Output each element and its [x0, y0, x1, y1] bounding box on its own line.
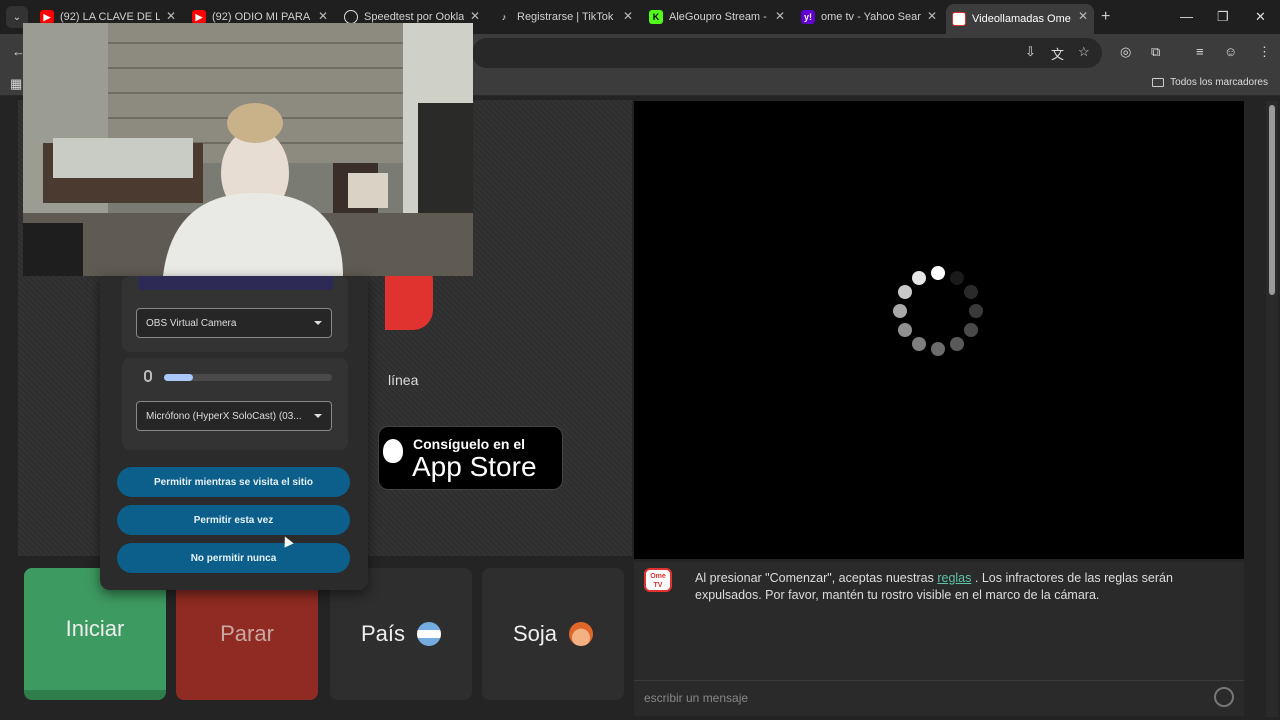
logo-text: Ome TV	[650, 573, 666, 589]
allow-once-label: Permitir esta vez	[193, 514, 274, 526]
dropdown-arrow-icon	[314, 321, 322, 325]
apps-icon[interactable]: ▦	[10, 76, 22, 92]
install-icon[interactable]: ⇩	[1025, 44, 1036, 60]
close-icon[interactable]: ✕	[927, 9, 937, 23]
close-icon[interactable]: ✕	[623, 9, 633, 23]
apple-icon	[383, 439, 403, 463]
loading-spinner-icon	[893, 266, 983, 356]
media-icon[interactable]: ≡	[1196, 44, 1204, 59]
remote-video	[634, 101, 1244, 559]
all-bookmarks-label: Todos los marcadores	[1170, 77, 1268, 88]
ometv-chat-logo: Ome TV	[644, 568, 672, 592]
microphone-icon	[144, 370, 152, 382]
ometv-icon	[952, 12, 966, 26]
tab-title: (92) LA CLAVE DE LA	[60, 11, 160, 23]
chevron-down-icon: ⌄	[12, 11, 22, 23]
puzzle-icon[interactable]: ⧉	[1151, 44, 1160, 60]
allow-while-visiting-button[interactable]: Permitir mientras se visita el sitio	[117, 467, 350, 497]
rules-text-before: Al presionar "Comenzar", aceptas nuestra…	[695, 571, 934, 585]
tiktok-icon: ♪	[501, 12, 507, 22]
self-video	[23, 23, 473, 276]
tab-ometv[interactable]: Videollamadas Ome ✕	[946, 4, 1094, 34]
address-bar[interactable]	[472, 38, 1102, 68]
tab-title: Videollamadas Ome	[972, 13, 1071, 25]
mic-level-fill	[164, 374, 193, 381]
appstore-badge[interactable]: Consíguelo en el App Store	[378, 426, 563, 490]
online-text: línea	[388, 372, 419, 388]
microphone-card: Micrófono (HyperX SoloCast) (03...	[122, 358, 348, 450]
tab-title: AleGoupro Stream -	[669, 11, 767, 23]
argentina-flag-icon	[417, 622, 442, 646]
chat-placeholder: escribir un mensaje	[644, 691, 749, 705]
menu-icon[interactable]: ⋮	[1258, 44, 1271, 60]
allow-while-visiting-label: Permitir mientras se visita el sitio	[154, 476, 313, 488]
chat-panel: Ome TV Al presionar "Comenzar", aceptas …	[634, 562, 1244, 716]
close-icon[interactable]: ✕	[775, 9, 785, 23]
stop-label: Parar	[220, 621, 274, 646]
tab-tiktok[interactable]: ♪ Registrarse | TikTok ✕	[491, 4, 639, 30]
emoji-icon[interactable]	[1214, 687, 1234, 707]
new-tab-button[interactable]: +	[1101, 8, 1110, 26]
translate-icon[interactable]: 文	[1051, 44, 1064, 63]
dropdown-arrow-icon	[314, 414, 322, 418]
microphone-select[interactable]: Micrófono (HyperX SoloCast) (03...	[136, 401, 332, 431]
appstore-line1: Consíguelo en el	[413, 436, 526, 452]
youtube-icon: ▶	[40, 10, 54, 24]
restore-icon[interactable]: ❐	[1217, 9, 1229, 25]
rules-message: Al presionar "Comenzar", aceptas nuestra…	[695, 570, 1215, 604]
mic-level-meter	[164, 374, 332, 381]
speedtest-icon	[344, 10, 358, 24]
camera-select[interactable]: OBS Virtual Camera	[136, 308, 332, 338]
close-icon[interactable]: ✕	[318, 9, 328, 23]
tab-yahoo[interactable]: y! ome tv - Yahoo Sear ✕	[795, 4, 943, 30]
gender-button[interactable]: Soja	[482, 568, 624, 700]
window-close-icon[interactable]: ✕	[1255, 9, 1266, 25]
tab-title: (92) ODIO MI PARA	[212, 11, 311, 23]
close-icon[interactable]: ✕	[166, 9, 176, 23]
star-icon[interactable]: ☆	[1078, 44, 1090, 60]
never-allow-label: No permitir nunca	[190, 552, 277, 564]
chat-input[interactable]: escribir un mensaje	[634, 680, 1244, 714]
tab-kick[interactable]: K AleGoupro Stream - ✕	[643, 4, 791, 30]
boy-face-icon	[569, 622, 594, 646]
minimize-icon[interactable]: —	[1180, 9, 1193, 24]
tab-title: Registrarse | TikTok	[517, 11, 614, 23]
youtube-icon: ▶	[192, 10, 206, 24]
start-label: Iniciar	[65, 616, 125, 641]
close-icon[interactable]: ✕	[1078, 9, 1088, 23]
kick-icon: K	[649, 10, 663, 24]
scrollbar-thumb[interactable]	[1269, 105, 1275, 295]
camera-card: OBS Virtual Camera	[122, 276, 348, 352]
scrollbar[interactable]	[1266, 101, 1278, 717]
all-bookmarks[interactable]: Todos los marcadores	[1152, 77, 1268, 88]
microphone-select-value: Micrófono (HyperX SoloCast) (03...	[146, 410, 302, 422]
camera-select-value: OBS Virtual Camera	[146, 317, 237, 329]
extension-icon[interactable]: ◎	[1120, 44, 1131, 60]
ometv-logo	[385, 268, 433, 330]
rules-link[interactable]: reglas	[937, 571, 971, 585]
close-icon[interactable]: ✕	[470, 9, 480, 23]
never-allow-button[interactable]: No permitir nunca	[117, 543, 350, 573]
tab-title: Speedtest por Ookla	[364, 11, 464, 23]
camera-preview	[138, 276, 334, 290]
folder-icon	[1152, 78, 1165, 87]
tab-title: ome tv - Yahoo Sear	[821, 11, 921, 23]
avatar[interactable]: ☺	[1224, 44, 1237, 59]
yahoo-icon: y!	[801, 10, 815, 24]
country-label: País	[360, 621, 406, 646]
allow-once-button[interactable]: Permitir esta vez	[117, 505, 350, 535]
gender-label: Soja	[512, 621, 558, 646]
webcam-feed	[23, 23, 473, 276]
appstore-line2: App Store	[412, 451, 537, 482]
permission-dialog: OBS Virtual Camera Micrófono (HyperX Sol…	[100, 276, 368, 590]
